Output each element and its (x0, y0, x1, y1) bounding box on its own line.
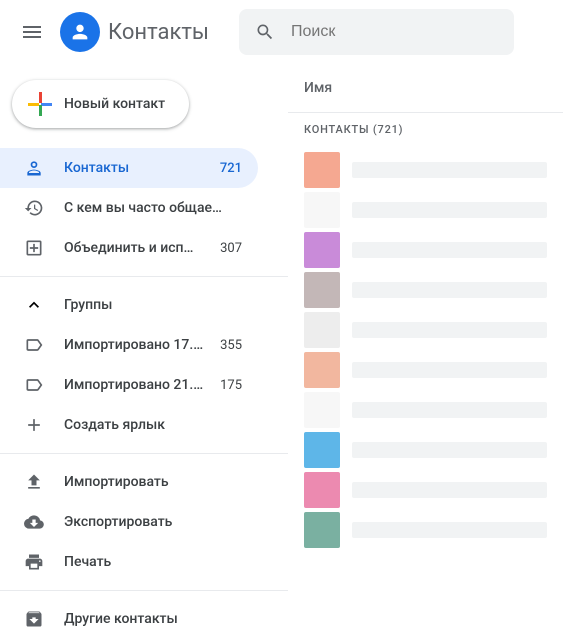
sidebar-item-count: 175 (220, 378, 242, 393)
avatar (304, 272, 340, 308)
person-outline-icon (24, 158, 44, 178)
sidebar-item-count: 355 (220, 338, 242, 353)
contact-name-redacted (352, 202, 547, 218)
new-contact-button[interactable]: Новый контакт (12, 80, 189, 128)
contact-name-redacted (352, 522, 547, 538)
contact-name-redacted (352, 402, 547, 418)
sidebar-item-label: Печать (64, 554, 242, 570)
archive-icon (24, 609, 44, 629)
search-icon (255, 20, 275, 44)
avatar (304, 512, 340, 548)
sidebar-item-label: Другие контакты (64, 611, 242, 627)
label-icon (24, 375, 44, 395)
contact-row[interactable] (288, 350, 563, 390)
label-icon (24, 335, 44, 355)
avatar (304, 392, 340, 428)
history-icon (24, 198, 44, 218)
print-button[interactable]: Печать (0, 542, 258, 582)
merge-fix-icon (24, 238, 44, 258)
topbar: Контакты (0, 0, 563, 64)
contact-row[interactable] (288, 310, 563, 350)
sidebar-item-label: Импортировано 21.… (64, 377, 212, 393)
plus-small-icon (24, 415, 44, 435)
create-label-button[interactable]: Создать ярлык (0, 405, 258, 445)
search-bar[interactable] (239, 9, 514, 55)
avatar (304, 192, 340, 228)
sidebar-item-label: Экспортировать (64, 514, 242, 530)
contact-name-redacted (352, 242, 547, 258)
search-input[interactable] (291, 23, 498, 41)
body: Новый контакт Контакты 721 С кем вы част… (0, 64, 563, 641)
contact-row[interactable] (288, 190, 563, 230)
sidebar-label-item[interactable]: Импортировано 17.… 355 (0, 325, 258, 365)
export-button[interactable]: Экспортировать (0, 502, 258, 542)
search-wrap (239, 9, 514, 55)
groups-label: Группы (64, 297, 112, 313)
contact-row[interactable] (288, 230, 563, 270)
sidebar-item-label: Контакты (64, 160, 212, 176)
contact-row[interactable] (288, 510, 563, 550)
print-icon (24, 552, 44, 572)
avatar (304, 312, 340, 348)
avatar (304, 232, 340, 268)
divider (0, 276, 288, 277)
contact-name-redacted (352, 482, 547, 498)
chevron-up-icon (24, 295, 44, 315)
groups-header[interactable]: Группы (0, 285, 288, 325)
import-icon (24, 472, 44, 492)
contact-row[interactable] (288, 150, 563, 190)
sidebar-item-label: Импортировать (64, 474, 242, 490)
new-contact-label: Новый контакт (64, 96, 165, 112)
other-contacts-button[interactable]: Другие контакты (0, 599, 258, 639)
contact-name-redacted (352, 162, 547, 178)
sidebar-item-contacts[interactable]: Контакты 721 (0, 148, 258, 188)
contact-name-redacted (352, 362, 547, 378)
avatar (304, 152, 340, 188)
main: Имя КОНТАКТЫ (721) (288, 64, 563, 641)
contact-row[interactable] (288, 430, 563, 470)
contact-name-redacted (352, 442, 547, 458)
avatar (304, 432, 340, 468)
sidebar-item-count: 307 (220, 241, 242, 256)
contact-row[interactable] (288, 270, 563, 310)
contact-row[interactable] (288, 390, 563, 430)
app-logo (60, 12, 100, 52)
list-group-header: КОНТАКТЫ (721) (288, 112, 563, 150)
divider (0, 590, 288, 591)
import-button[interactable]: Импортировать (0, 462, 258, 502)
sidebar-item-label: Импортировано 17.… (64, 337, 212, 353)
sidebar-item-merge-fix[interactable]: Объединить и исп… 307 (0, 228, 258, 268)
sidebar-item-label: Создать ярлык (64, 417, 242, 433)
sidebar: Новый контакт Контакты 721 С кем вы част… (0, 64, 288, 641)
sidebar-item-label: С кем вы часто общае… (64, 200, 242, 216)
plus-icon (28, 92, 52, 116)
column-header-name: Имя (288, 64, 563, 112)
avatar (304, 352, 340, 388)
menu-button[interactable] (8, 8, 56, 56)
contact-name-redacted (352, 322, 547, 338)
contact-row[interactable] (288, 470, 563, 510)
app-title: Контакты (108, 20, 209, 45)
sidebar-item-frequent[interactable]: С кем вы часто общае… (0, 188, 258, 228)
sidebar-item-count: 721 (220, 161, 242, 176)
contact-name-redacted (352, 282, 547, 298)
sidebar-item-label: Объединить и исп… (64, 240, 212, 256)
export-icon (24, 512, 44, 532)
avatar (304, 472, 340, 508)
sidebar-label-item[interactable]: Импортировано 21.… 175 (0, 365, 258, 405)
divider (0, 453, 288, 454)
hamburger-icon (20, 20, 44, 44)
contact-list (288, 150, 563, 550)
person-icon (69, 21, 91, 43)
